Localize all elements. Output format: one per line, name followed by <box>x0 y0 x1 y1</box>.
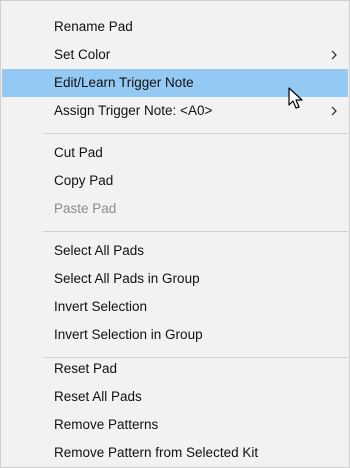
menu-item-label: Copy Pad <box>54 173 114 188</box>
menu-item-paste-pad: Paste Pad <box>2 195 348 223</box>
menu-separator <box>43 231 348 232</box>
chevron-right-icon <box>331 106 337 116</box>
menu-item-remove-pattern-from-selected-kit[interactable]: Remove Pattern from Selected Kit <box>2 439 348 467</box>
menu-item-label: Assign Trigger Note: <A0> <box>54 103 213 118</box>
menu-item-label: Invert Selection in Group <box>54 327 203 342</box>
chevron-right-icon <box>331 50 337 60</box>
menu-item-cut-pad[interactable]: Cut Pad <box>2 139 348 167</box>
menu-item-label: Remove Pattern from Selected Kit <box>54 445 259 460</box>
menu-item-label: Edit/Learn Trigger Note <box>54 75 194 90</box>
menu-item-label: Invert Selection <box>54 299 148 314</box>
menu-item-reset-pad[interactable]: Reset Pad <box>2 355 348 383</box>
menu-item-label: Reset Pad <box>54 361 118 376</box>
menu-item-label: Paste Pad <box>54 201 117 216</box>
menu-item-remove-patterns[interactable]: Remove Patterns <box>2 411 348 439</box>
menu-item-invert-selection[interactable]: Invert Selection <box>2 293 348 321</box>
menu-item-label: Select All Pads <box>54 243 145 258</box>
menu-item-select-all-pads[interactable]: Select All Pads <box>2 237 348 265</box>
menu-item-label: Remove Patterns <box>54 417 159 432</box>
mouse-pointer-icon <box>288 87 303 109</box>
menu-item-label: Set Color <box>54 47 111 62</box>
menu-item-reset-all-pads[interactable]: Reset All Pads <box>2 383 348 411</box>
menu-item-rename-pad[interactable]: Rename Pad <box>2 13 348 41</box>
menu-separator <box>43 133 348 134</box>
context-menu: Rename Pad Set Color Edit/Learn Trigger … <box>0 0 350 468</box>
menu-item-label: Rename Pad <box>54 19 133 34</box>
menu-item-set-color[interactable]: Set Color <box>2 41 348 69</box>
menu-item-label: Reset All Pads <box>54 389 142 404</box>
menu-item-invert-selection-in-group[interactable]: Invert Selection in Group <box>2 321 348 349</box>
menu-item-label: Cut Pad <box>54 145 103 160</box>
menu-item-copy-pad[interactable]: Copy Pad <box>2 167 348 195</box>
menu-item-label: Select All Pads in Group <box>54 271 200 286</box>
menu-item-select-all-pads-in-group[interactable]: Select All Pads in Group <box>2 265 348 293</box>
